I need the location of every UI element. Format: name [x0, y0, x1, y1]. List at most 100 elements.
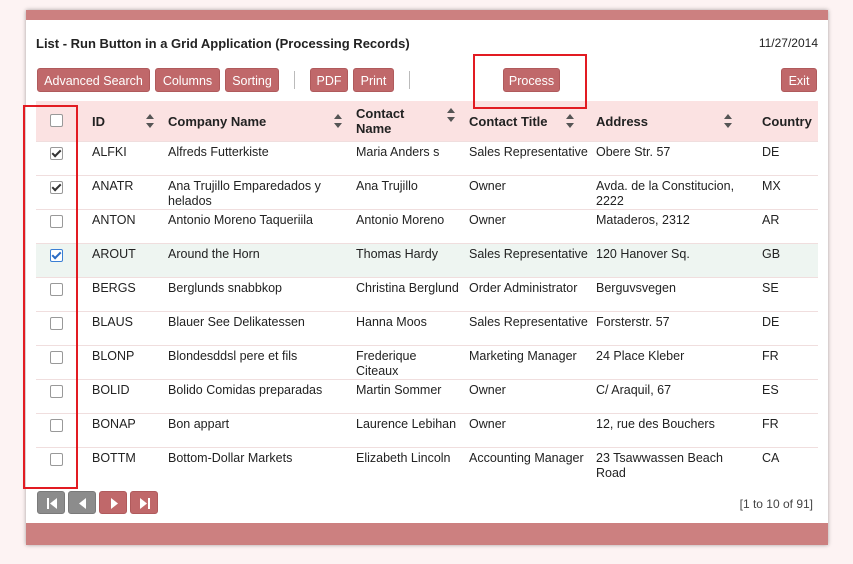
- process-button-highlight: [473, 54, 587, 109]
- table-row[interactable]: ANATR Ana Trujillo Emparedados y helados A…: [36, 175, 818, 210]
- sorting-button[interactable]: Sorting: [225, 68, 279, 92]
- cell-address: 12, rue des Bouchers: [596, 417, 715, 431]
- cell-company: Berglunds snabbkop: [168, 281, 282, 295]
- cell-country: DE: [762, 145, 780, 159]
- cell-title: Marketing Manager: [469, 349, 577, 363]
- column-header-id[interactable]: ID: [88, 101, 164, 142]
- cell-id: ANTON: [92, 213, 136, 227]
- cell-contact: Thomas Hardy: [356, 247, 438, 261]
- next-page-icon: [111, 498, 118, 509]
- table-row[interactable]: AROUT Around the Horn Thomas Hardy Sales Re…: [36, 243, 818, 278]
- column-header-contact-name[interactable]: Contact Name: [352, 101, 465, 142]
- cell-title: Sales Representative: [469, 315, 588, 329]
- record-count: [1 to 10 of 91]: [739, 497, 813, 511]
- column-header-address[interactable]: Address: [592, 101, 758, 142]
- column-header-company-name[interactable]: Company Name: [164, 101, 352, 142]
- cell-address: Berguvsvegen: [596, 281, 676, 295]
- first-page-button[interactable]: [37, 491, 65, 514]
- cell-country: FR: [762, 417, 779, 431]
- cell-address: 24 Place Kleber: [596, 349, 685, 363]
- page-title: List - Run Button in a Grid Application …: [36, 36, 410, 51]
- cell-id: ANATR: [92, 179, 134, 193]
- column-label: Address: [596, 113, 649, 129]
- previous-page-icon: [79, 498, 86, 509]
- top-bar: [26, 10, 828, 20]
- cell-id: BOLID: [92, 383, 130, 397]
- cell-company: Bolido Comidas preparadas: [168, 383, 323, 397]
- exit-button[interactable]: Exit: [781, 68, 817, 92]
- next-page-button[interactable]: [99, 491, 127, 514]
- cell-company: Blauer See Delikatessen: [168, 315, 305, 329]
- cell-id: BONAP: [92, 417, 136, 431]
- table-row[interactable]: BOTTM Bottom-Dollar Markets Elizabeth Linc…: [36, 447, 818, 482]
- table-row[interactable]: ALFKI Alfreds Futterkiste Maria Anders s Sa…: [36, 141, 818, 176]
- cell-contact: Hanna Moos: [356, 315, 427, 329]
- cell-title: Accounting Manager: [469, 451, 584, 465]
- cell-contact: Ana Trujillo: [356, 179, 418, 193]
- first-page-icon: [47, 498, 57, 509]
- sort-icon[interactable]: [566, 114, 574, 128]
- cell-contact: Maria Anders s: [356, 145, 440, 159]
- cell-title: Sales Representative: [469, 247, 588, 261]
- cell-id: BERGS: [92, 281, 136, 295]
- column-label: Company Name: [168, 113, 267, 129]
- table-row[interactable]: ANTON Antonio Moreno Taqueriila Antonio Mo…: [36, 209, 818, 244]
- cell-company: Bon appart: [168, 417, 230, 431]
- table-row[interactable]: BLONP Blondesddsl pere et fils Frederique …: [36, 345, 818, 380]
- cell-id: BLONP: [92, 349, 135, 363]
- column-label: Contact Name: [356, 106, 405, 136]
- cell-company: Around the Horn: [168, 247, 260, 261]
- column-label: ID: [92, 113, 105, 129]
- toolbar-separator: [294, 71, 295, 89]
- cell-contact: Elizabeth Lincoln: [356, 451, 451, 465]
- sort-icon[interactable]: [724, 114, 732, 128]
- cell-title: Owner: [469, 179, 506, 193]
- checkbox-column-highlight: [23, 105, 78, 489]
- cell-contact: Antonio Moreno: [356, 213, 445, 227]
- previous-page-button[interactable]: [68, 491, 96, 514]
- cell-company: Alfreds Futterkiste: [168, 145, 269, 159]
- sort-icon[interactable]: [447, 108, 455, 122]
- cell-contact: Christina Berglund: [356, 281, 459, 295]
- cell-title: Owner: [469, 213, 506, 227]
- cell-id: AROUT: [92, 247, 136, 261]
- table-row[interactable]: BERGS Berglunds snabbkop Christina Berglun…: [36, 277, 818, 312]
- column-header-country[interactable]: Country: [758, 101, 818, 142]
- table-row[interactable]: BOLID Bolido Comidas preparadas Martin Som…: [36, 379, 818, 414]
- table-row[interactable]: BONAP Bon appart Laurence Lebihan Owner 12, …: [36, 413, 818, 448]
- cell-country: GB: [762, 247, 781, 261]
- cell-title: Owner: [469, 383, 506, 397]
- cell-country: ES: [762, 383, 779, 397]
- print-button[interactable]: Print: [353, 68, 394, 92]
- cell-company: Ana Trujillo Emparedados y helados: [168, 179, 321, 208]
- advanced-search-button[interactable]: Advanced Search: [37, 68, 150, 92]
- table-row[interactable]: BLAUS Blauer See Delikatessen Hanna Moos Sa…: [36, 311, 818, 346]
- cell-address: 120 Hanover Sq.: [596, 247, 690, 261]
- last-page-button[interactable]: [130, 491, 158, 514]
- bottom-bar: [26, 523, 828, 545]
- cell-title: Sales Representative: [469, 145, 588, 159]
- cell-id: BOTTM: [92, 451, 136, 465]
- page-date: 11/27/2014: [758, 36, 818, 50]
- cell-contact: Laurence Lebihan: [356, 417, 457, 431]
- cell-country: SE: [762, 281, 779, 295]
- cell-address: Obere Str. 57: [596, 145, 671, 159]
- cell-title: Owner: [469, 417, 506, 431]
- cell-address: Mataderos, 2312: [596, 213, 690, 227]
- cell-country: CA: [762, 451, 780, 465]
- cell-address: C/ Araquil, 67: [596, 383, 672, 397]
- cell-contact: Martin Sommer: [356, 383, 442, 397]
- pdf-button[interactable]: PDF: [310, 68, 348, 92]
- cell-company: Bottom-Dollar Markets: [168, 451, 293, 465]
- sort-icon[interactable]: [146, 114, 154, 128]
- column-label: Contact Title: [469, 113, 548, 129]
- cell-company: Blondesddsl pere et fils: [168, 349, 298, 363]
- sort-icon[interactable]: [334, 114, 342, 128]
- cell-id: BLAUS: [92, 315, 133, 329]
- cell-address: Avda. de la Constitucion, 2222: [596, 179, 735, 208]
- cell-contact: Frederique Citeaux: [356, 349, 417, 378]
- toolbar-separator: [409, 71, 410, 89]
- cell-country: DE: [762, 315, 780, 329]
- records-grid: ID Company Name Contact Name Contact Tit…: [36, 101, 818, 482]
- columns-button[interactable]: Columns: [155, 68, 220, 92]
